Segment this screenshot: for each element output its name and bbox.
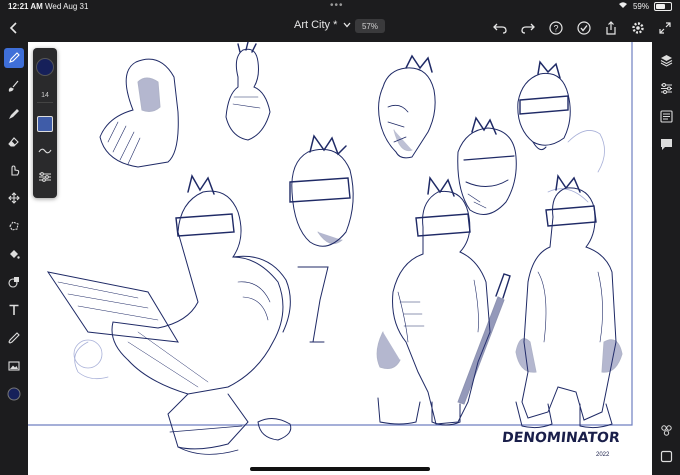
frame-icon[interactable] [656,446,676,466]
share-icon[interactable] [601,18,621,38]
color-swatch[interactable] [4,384,24,404]
shape-icon[interactable] [4,272,24,292]
home-indicator[interactable] [250,467,430,471]
artist-signature: DENOMINATOR [501,430,621,446]
smudge-icon[interactable] [4,160,24,180]
eraser-icon[interactable] [4,132,24,152]
undo-icon[interactable] [490,18,510,38]
multitasking-dots-icon[interactable]: ••• [330,0,344,11]
brush-color-swatch[interactable] [36,58,54,76]
livestream-icon[interactable] [574,18,594,38]
paint-brush-icon[interactable] [4,104,24,124]
signature-year: 2022 [596,452,610,458]
status-bar: 12:21 AM Wed Aug 31 ••• 59% [0,0,680,14]
comments-icon[interactable] [656,134,676,154]
brush-settings-panel: 14 [33,48,57,198]
lasso-icon[interactable] [4,216,24,236]
status-right: 59% [618,1,672,11]
back-chevron-icon[interactable] [4,18,24,38]
fullscreen-icon[interactable] [655,18,675,38]
zoom-level[interactable]: 57% [355,19,385,33]
battery-icon [654,1,672,11]
left-toolbar [0,42,28,475]
svg-text:?: ? [553,24,558,34]
smoothing-wave-icon[interactable] [37,144,53,158]
eyedropper-icon[interactable] [4,328,24,348]
brush-opacity-swatch[interactable] [37,116,53,132]
fill-icon[interactable] [4,244,24,264]
right-toolbar [652,42,680,475]
settings-gear-icon[interactable] [628,18,648,38]
drawing-canvas[interactable]: DENOMINATOR 2022 [28,42,652,475]
share-group-icon[interactable] [656,420,676,440]
brush-icon[interactable] [4,76,24,96]
status-date: Wed Aug 31 [45,2,89,11]
brush-size-value[interactable]: 14 [37,88,53,103]
layers-icon[interactable] [656,50,676,70]
document-title[interactable]: Art City * [294,19,351,31]
adjustments-icon[interactable] [656,78,676,98]
chevron-down-icon[interactable] [343,19,351,31]
image-icon[interactable] [4,356,24,376]
document-title-text: Art City * [294,19,338,31]
wifi-icon [618,1,628,11]
move-icon[interactable] [4,188,24,208]
properties-icon[interactable] [656,106,676,126]
battery-percent: 59% [632,1,649,11]
sketch-artwork [28,42,633,455]
brush-settings-sliders-icon[interactable] [37,170,53,184]
redo-icon[interactable] [518,18,538,38]
help-icon[interactable]: ? [546,18,566,38]
pen-tool-icon[interactable] [4,48,24,68]
status-time: 12:21 AM [8,2,43,11]
text-icon[interactable] [4,300,24,320]
